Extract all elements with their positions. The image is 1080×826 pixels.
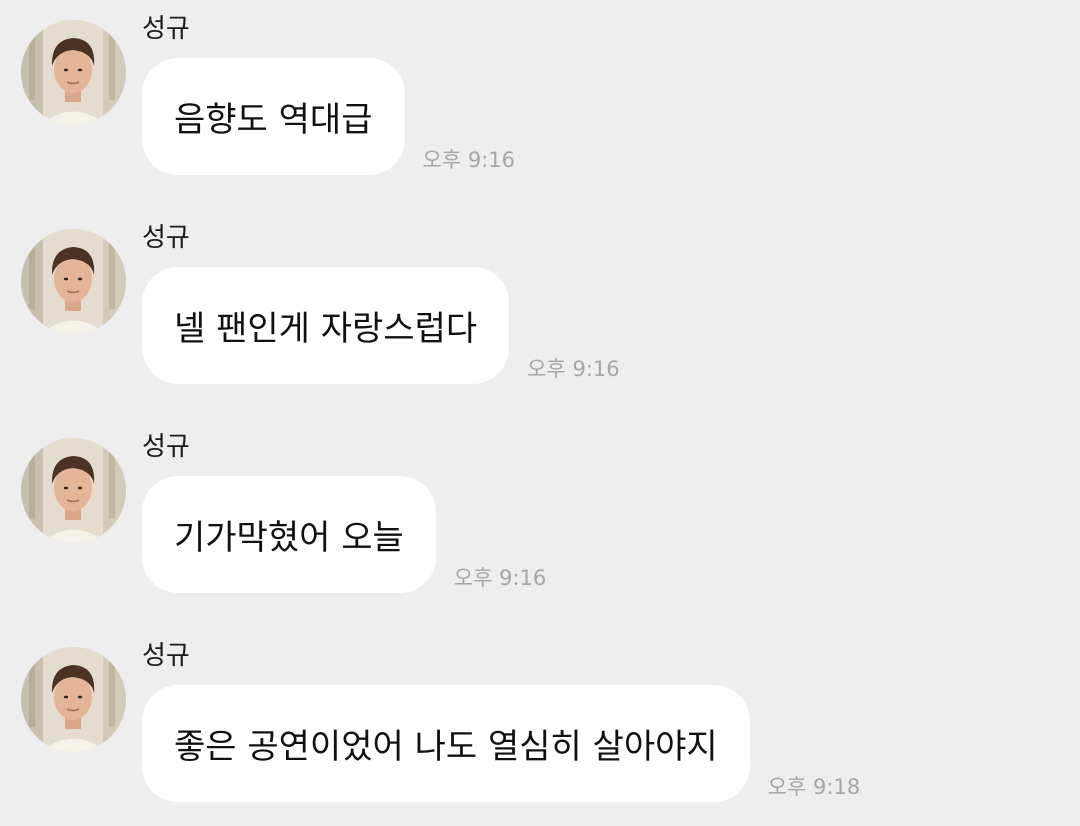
avatar[interactable] <box>21 229 126 334</box>
message-item: 성규 음향도 역대급 오후 9:16 <box>0 0 1080 190</box>
avatar[interactable] <box>21 20 126 125</box>
message-bubble[interactable]: 좋은 공연이었어 나도 열심히 살아야지 <box>142 685 750 802</box>
sender-name: 성규 <box>142 641 190 671</box>
avatar[interactable] <box>21 647 126 752</box>
message-item: 성규 좋은 공연이었어 나도 열심히 살아야지 오후 9:18 <box>0 627 1080 817</box>
message-timestamp: 오후 9:16 <box>453 566 547 590</box>
message-item: 성규 기가막혔어 오늘 오후 9:16 <box>0 418 1080 608</box>
chat-thread[interactable]: 성규 음향도 역대급 오후 9:16 성규 넬 팬인게 자랑스럽다 오후 9:1… <box>0 0 1080 826</box>
message-timestamp: 오후 9:16 <box>527 357 620 381</box>
profile-photo-icon <box>21 229 126 334</box>
message-timestamp: 오후 9:18 <box>767 775 861 799</box>
avatar[interactable] <box>21 438 126 543</box>
sender-name: 성규 <box>142 14 190 44</box>
message-bubble[interactable]: 기가막혔어 오늘 <box>142 476 436 593</box>
message-bubble[interactable]: 넬 팬인게 자랑스럽다 <box>142 267 510 384</box>
message-timestamp: 오후 9:16 <box>422 148 515 172</box>
message-item: 성규 넬 팬인게 자랑스럽다 오후 9:16 <box>0 209 1080 399</box>
sender-name: 성규 <box>142 223 190 253</box>
sender-name: 성규 <box>142 432 190 462</box>
message-bubble[interactable]: 음향도 역대급 <box>142 58 405 175</box>
profile-photo-icon <box>21 20 126 125</box>
profile-photo-icon <box>21 438 126 543</box>
profile-photo-icon <box>21 647 126 752</box>
